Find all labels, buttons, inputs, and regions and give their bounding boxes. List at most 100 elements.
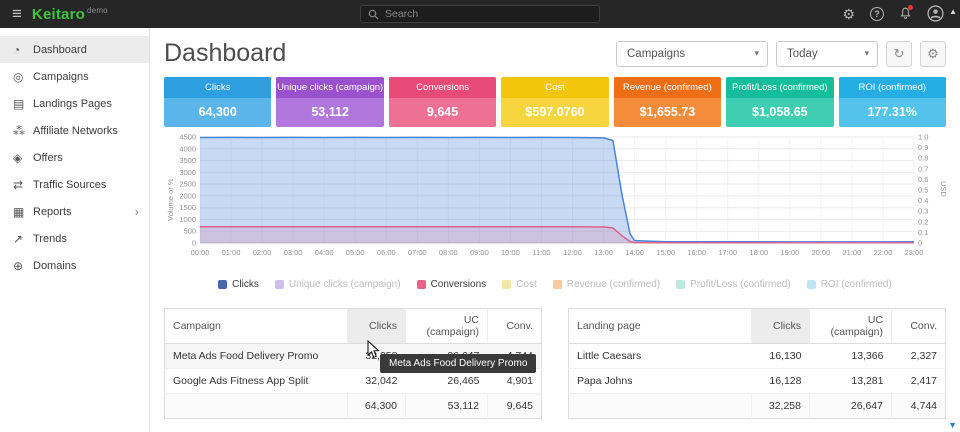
sidebar-item-domains[interactable]: ⊕Domains <box>0 252 149 279</box>
legend-swatch <box>553 280 562 289</box>
col-header-conv[interactable]: Conv. <box>892 309 946 344</box>
sidebar-item-label: Trends <box>33 233 67 245</box>
clicks-value: 16,128 <box>752 369 810 394</box>
search-input[interactable] <box>385 8 575 20</box>
notification-dot <box>908 5 913 10</box>
campaign-name: Google Ads Fitness App Split <box>165 369 348 394</box>
legend-unique-clicks[interactable]: Unique clicks (campaign) <box>275 279 401 290</box>
chevron-down-icon: ▾ <box>864 48 869 59</box>
svg-text:3500: 3500 <box>179 156 196 165</box>
totals-row: 32,258 26,647 4,744 <box>569 394 946 419</box>
totals-row: 64,300 53,112 9,645 <box>165 394 542 419</box>
card-value: 53,112 <box>276 98 383 127</box>
svg-text:0.6: 0.6 <box>918 175 928 184</box>
traffic-chart: 05001000150020002500300035004000450000.1… <box>150 127 960 290</box>
clicks-value: 16,130 <box>752 344 810 369</box>
svg-text:05:00: 05:00 <box>346 248 365 257</box>
landing-name: Little Caesars <box>569 344 752 369</box>
svg-text:11:00: 11:00 <box>532 248 550 257</box>
domains-icon: ⊕ <box>13 259 33 273</box>
svg-text:04:00: 04:00 <box>315 248 334 257</box>
col-header-uc[interactable]: UC (campaign) <box>406 309 488 344</box>
traffic-sources-icon: ⇄ <box>13 178 33 192</box>
dashboard-settings-button[interactable]: ⚙ <box>920 41 946 67</box>
campaigns-filter-select[interactable]: Campaigns ▾ <box>616 41 768 67</box>
svg-text:20:00: 20:00 <box>812 248 831 257</box>
svg-text:06:00: 06:00 <box>377 248 396 257</box>
chart-canvas: 05001000150020002500300035004000450000.1… <box>164 131 946 273</box>
card-roi: ROI (confirmed)177.31% <box>839 77 946 127</box>
landing-name: Papa Johns <box>569 369 752 394</box>
campaigns-icon: ◎ <box>13 70 33 84</box>
refresh-button[interactable]: ↻ <box>886 41 912 67</box>
svg-text:23:00: 23:00 <box>905 248 924 257</box>
card-value: $597.0760 <box>501 98 608 127</box>
svg-text:09:00: 09:00 <box>470 248 489 257</box>
table-row[interactable]: Little Caesars 16,130 13,366 2,327 <box>569 344 946 369</box>
sidebar-item-campaigns[interactable]: ◎Campaigns <box>0 63 149 90</box>
col-header-clicks[interactable]: Clicks <box>348 309 406 344</box>
settings-gear-icon[interactable]: ⚙ <box>842 7 855 21</box>
sidebar-item-traffic-sources[interactable]: ⇄Traffic Sources <box>0 171 149 198</box>
date-range-value: Today <box>787 48 818 60</box>
sidebar-item-reports[interactable]: ▦Reports› <box>0 198 149 225</box>
sidebar-item-offers[interactable]: ◈Offers <box>0 144 149 171</box>
page-title: Dashboard <box>164 39 286 68</box>
svg-text:0.9: 0.9 <box>918 143 928 152</box>
svg-text:19:00: 19:00 <box>780 248 799 257</box>
card-label: Clicks <box>164 77 271 98</box>
legend-roi[interactable]: ROI (confirmed) <box>807 279 892 290</box>
card-label: Unique clicks (campaign) <box>276 77 383 98</box>
card-label: Cost <box>501 77 608 98</box>
svg-text:07:00: 07:00 <box>408 248 427 257</box>
legend-label: Cost <box>516 279 537 290</box>
help-icon[interactable]: ? <box>870 7 884 21</box>
sidebar-item-dashboard[interactable]: ◔Dashboard <box>0 36 149 63</box>
sidebar-item-affiliate-networks[interactable]: ⁂Affiliate Networks <box>0 117 149 144</box>
svg-text:01:00: 01:00 <box>222 248 241 257</box>
legend-conversions[interactable]: Conversions <box>417 279 487 290</box>
col-header-uc[interactable]: UC (campaign) <box>810 309 892 344</box>
col-header-conv[interactable]: Conv. <box>488 309 542 344</box>
sidebar-item-trends[interactable]: ↗Trends <box>0 225 149 252</box>
sidebar-item-label: Traffic Sources <box>33 179 106 191</box>
total-clicks: 32,258 <box>752 394 810 419</box>
global-search[interactable] <box>360 5 600 23</box>
menu-toggle-icon[interactable]: ≡ <box>0 0 32 28</box>
svg-text:USD: USD <box>939 181 946 197</box>
chevron-right-icon: › <box>135 204 139 219</box>
legend-label: Unique clicks (campaign) <box>289 279 401 290</box>
app-logo[interactable]: Keitarodemo <box>32 6 108 23</box>
card-label: Profit/Loss (confirmed) <box>726 77 833 98</box>
uc-value: 13,281 <box>810 369 892 394</box>
user-avatar[interactable] <box>927 5 944 24</box>
uc-value: 13,366 <box>810 344 892 369</box>
legend-revenue[interactable]: Revenue (confirmed) <box>553 279 660 290</box>
col-header-clicks[interactable]: Clicks <box>752 309 810 344</box>
search-icon <box>368 9 379 20</box>
notifications-bell-icon[interactable] <box>899 6 912 22</box>
offers-icon: ◈ <box>13 151 33 165</box>
table-row[interactable]: Papa Johns 16,128 13,281 2,417 <box>569 369 946 394</box>
svg-text:0.1: 0.1 <box>918 228 928 237</box>
scrollbar-up-arrow[interactable]: ▲ <box>949 7 957 16</box>
legend-profit-loss[interactable]: Profit/Loss (confirmed) <box>676 279 791 290</box>
trends-icon: ↗ <box>13 232 33 246</box>
legend-clicks[interactable]: Clicks <box>218 279 259 290</box>
sidebar-item-landings-pages[interactable]: ▤Landings Pages <box>0 90 149 117</box>
svg-text:13:00: 13:00 <box>594 248 613 257</box>
chart-legend: Clicks Unique clicks (campaign) Conversi… <box>164 276 946 290</box>
date-range-select[interactable]: Today ▾ <box>776 41 878 67</box>
sidebar-item-label: Reports <box>33 206 72 218</box>
sidebar-item-label: Offers <box>33 152 63 164</box>
svg-text:1500: 1500 <box>179 203 196 212</box>
legend-cost[interactable]: Cost <box>502 279 537 290</box>
scrollbar-down-arrow[interactable]: ▼ <box>948 420 957 430</box>
total-conv: 4,744 <box>892 394 946 419</box>
topbar-actions: ⚙ ? <box>842 5 960 24</box>
col-header-campaign[interactable]: Campaign <box>165 309 348 344</box>
conv-value: 2,327 <box>892 344 946 369</box>
svg-text:4500: 4500 <box>179 133 196 142</box>
col-header-landing-page[interactable]: Landing page <box>569 309 752 344</box>
card-revenue: Revenue (confirmed)$1,655.73 <box>614 77 721 127</box>
